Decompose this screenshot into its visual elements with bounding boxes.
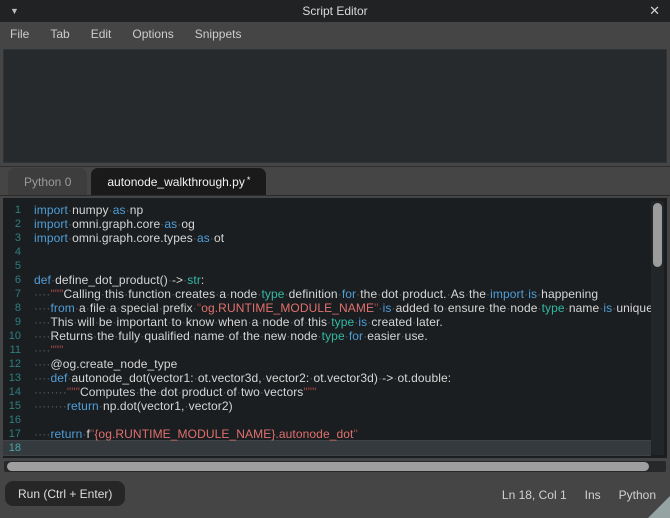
- run-button[interactable]: Run (Ctrl + Enter): [5, 481, 125, 506]
- vertical-scrollbar-thumb[interactable]: [653, 203, 662, 267]
- tab-autonode-walkthrough-py[interactable]: autonode_walkthrough.py*: [91, 168, 266, 195]
- code-text: ····"""Calling·this·function·creates·a·n…: [29, 287, 598, 301]
- status-bar: Run (Ctrl + Enter) Ln 18, Col 1 Ins Pyth…: [0, 472, 670, 517]
- line-number: 7: [3, 287, 29, 301]
- code-text: ····from·a·file·a·special·prefix·"og.RUN…: [29, 301, 651, 315]
- code-text: import·numpy·as·np: [29, 203, 143, 217]
- code-line[interactable]: 13····def·autonode_dot(vector1:·ot.vecto…: [3, 371, 651, 385]
- code-line[interactable]: 6def·define_dot_product()·->·str:: [3, 273, 651, 287]
- code-line[interactable]: 5: [3, 259, 651, 273]
- code-line[interactable]: 17····return·f"{og.RUNTIME_MODULE_NAME}.…: [3, 427, 651, 441]
- tab-python-0[interactable]: Python 0: [8, 168, 87, 195]
- code-text: [29, 441, 34, 455]
- menu-item-edit[interactable]: Edit: [91, 27, 112, 41]
- code-line[interactable]: 11····""": [3, 343, 651, 357]
- line-number: 18: [3, 441, 29, 455]
- line-number: 17: [3, 427, 29, 441]
- status-right: Ln 18, Col 1 Ins Python: [502, 488, 656, 502]
- code-line[interactable]: 14········"""Computes·the·dot·product·of…: [3, 385, 651, 399]
- code-line[interactable]: 4: [3, 245, 651, 259]
- output-panel[interactable]: [3, 49, 667, 163]
- code-line[interactable]: 16: [3, 413, 651, 427]
- code-text: ····@og.create_node_type: [29, 357, 177, 371]
- code-text: ····Returns·the·fully·qualified·name·of·…: [29, 329, 428, 343]
- code-line[interactable]: 1import·numpy·as·np: [3, 203, 651, 217]
- close-icon[interactable]: ✕: [649, 3, 660, 19]
- menu-bar: File Tab Edit Options Snippets: [0, 22, 670, 46]
- code-text: ········return·np.dot(vector1,·vector2): [29, 399, 233, 413]
- code-lines[interactable]: 1import·numpy·as·np2import·omni.graph.co…: [3, 198, 651, 458]
- menu-item-snippets[interactable]: Snippets: [195, 27, 242, 41]
- line-number: 3: [3, 231, 29, 245]
- code-text: import·omni.graph.core.types·as·ot: [29, 231, 224, 245]
- insert-mode-indicator: Ins: [585, 488, 601, 502]
- resize-handle-icon[interactable]: [648, 496, 670, 518]
- tab-label: autonode_walkthrough.py: [107, 175, 244, 189]
- unsaved-indicator: *: [247, 175, 251, 185]
- line-number: 1: [3, 203, 29, 217]
- line-number: 11: [3, 343, 29, 357]
- code-line[interactable]: 15········return·np.dot(vector1,·vector2…: [3, 399, 651, 413]
- titlebar: ▼ Script Editor ✕: [0, 0, 670, 22]
- horizontal-scrollbar[interactable]: [4, 461, 666, 472]
- tab-label: Python 0: [24, 175, 71, 189]
- line-number: 9: [3, 315, 29, 329]
- line-number: 14: [3, 385, 29, 399]
- code-editor[interactable]: 1import·numpy·as·np2import·omni.graph.co…: [3, 198, 667, 458]
- line-number: 4: [3, 245, 29, 259]
- line-number: 5: [3, 259, 29, 273]
- code-line[interactable]: 12····@og.create_node_type: [3, 357, 651, 371]
- code-text: ········"""Computes·the·dot·product·of·t…: [29, 385, 317, 399]
- line-number: 8: [3, 301, 29, 315]
- line-number: 15: [3, 399, 29, 413]
- code-line[interactable]: 10····Returns·the·fully·qualified·name·o…: [3, 329, 651, 343]
- code-line[interactable]: 8····from·a·file·a·special·prefix·"og.RU…: [3, 301, 651, 315]
- code-line[interactable]: 3import·omni.graph.core.types·as·ot: [3, 231, 651, 245]
- code-text: ····def·autonode_dot(vector1:·ot.vector3…: [29, 371, 451, 385]
- code-text: import·omni.graph.core·as·og: [29, 217, 195, 231]
- line-number: 12: [3, 357, 29, 371]
- line-number: 6: [3, 273, 29, 287]
- line-number: 16: [3, 413, 29, 427]
- code-text: ····""": [29, 343, 64, 357]
- window-title: Script Editor: [0, 4, 670, 18]
- code-line[interactable]: 2import·omni.graph.core·as·og: [3, 217, 651, 231]
- code-line[interactable]: 18: [3, 441, 651, 455]
- code-line[interactable]: 9····This·will·be·important·to·know·when…: [3, 315, 651, 329]
- script-editor-window: ▼ Script Editor ✕ File Tab Edit Options Snip…: [0, 0, 670, 517]
- vertical-scrollbar[interactable]: [651, 201, 664, 455]
- cursor-position: Ln 18, Col 1: [502, 488, 567, 502]
- menu-item-options[interactable]: Options: [132, 27, 173, 41]
- menu-item-file[interactable]: File: [10, 27, 29, 41]
- menu-item-tab[interactable]: Tab: [50, 27, 69, 41]
- horizontal-scrollbar-thumb[interactable]: [7, 462, 649, 471]
- line-number: 13: [3, 371, 29, 385]
- code-text: [29, 245, 34, 259]
- tab-bar: Python 0 autonode_walkthrough.py*: [0, 166, 670, 196]
- line-number: 10: [3, 329, 29, 343]
- line-number: 2: [3, 217, 29, 231]
- code-line[interactable]: 7····"""Calling·this·function·creates·a·…: [3, 287, 651, 301]
- code-text: [29, 259, 34, 273]
- code-text: [29, 413, 34, 427]
- code-text: def·define_dot_product()·->·str:: [29, 273, 204, 287]
- code-text: ····This·will·be·important·to·know·when·…: [29, 315, 443, 329]
- code-text: ····return·f"{og.RUNTIME_MODULE_NAME}.au…: [29, 427, 358, 441]
